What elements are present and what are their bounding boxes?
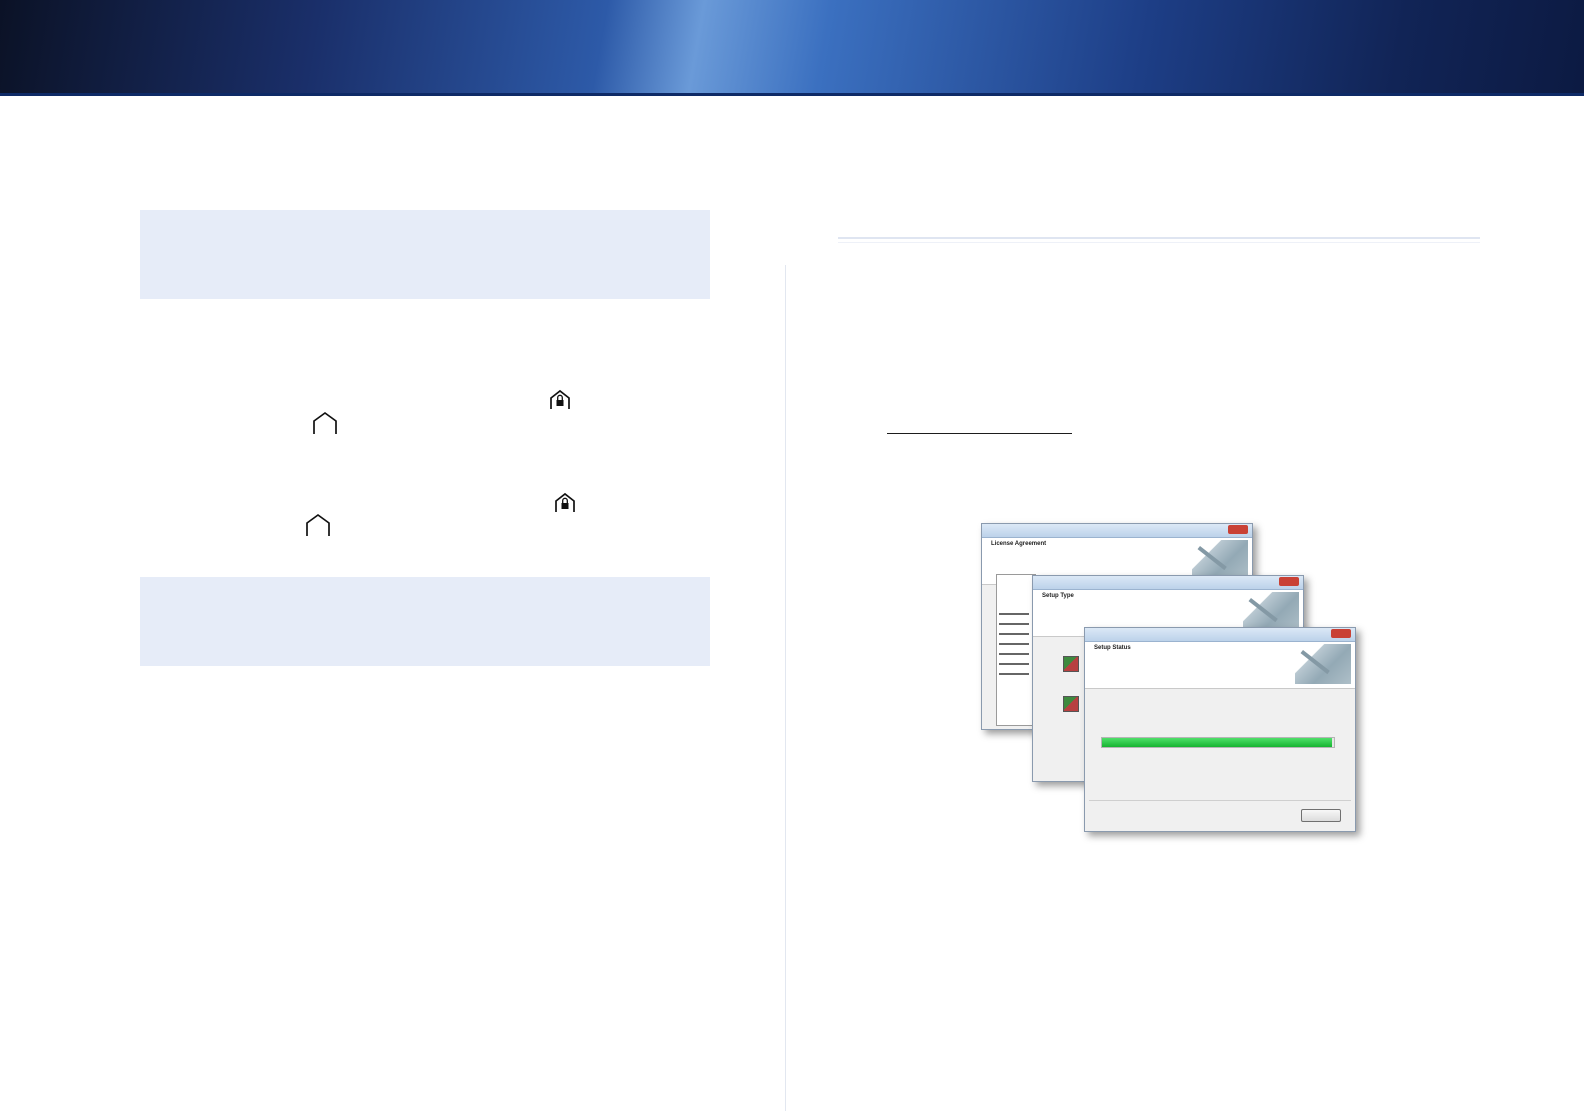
license-text-box <box>996 574 1036 726</box>
dialog-titlebar <box>982 524 1252 538</box>
close-button <box>1228 525 1248 534</box>
dialog-titlebar <box>1085 628 1355 642</box>
page-header-band <box>0 0 1584 96</box>
note-callout <box>140 577 710 666</box>
dialog-heading: Setup Type <box>1042 593 1074 599</box>
dialog-titlebar <box>1033 576 1303 590</box>
package-icon <box>1063 696 1079 712</box>
installer-art-icon <box>1295 644 1351 684</box>
dialog-heading: Setup Status <box>1094 645 1131 651</box>
close-button <box>1331 629 1351 638</box>
dialog-header: Setup Status <box>1085 642 1355 689</box>
note-callout <box>140 210 710 299</box>
cancel-button <box>1301 809 1341 822</box>
package-icon <box>1063 656 1079 672</box>
dialog-heading: License Agreement <box>991 541 1047 547</box>
home-lock-icon <box>555 492 575 512</box>
installer-art-icon <box>1192 540 1248 580</box>
installer-dialog-status: Setup Status <box>1084 627 1356 832</box>
section-rule <box>838 237 1480 239</box>
home-outline-icon <box>306 513 330 536</box>
dialog-separator <box>1089 800 1351 801</box>
home-outline-icon <box>313 411 337 434</box>
home-lock-icon <box>550 389 570 409</box>
link-underline[interactable] <box>887 433 1072 434</box>
column-divider <box>785 265 786 1111</box>
close-button <box>1279 577 1299 586</box>
install-progress-fill <box>1102 738 1332 747</box>
section-rule-shadow <box>838 242 1480 243</box>
install-progress-bar <box>1101 737 1335 748</box>
installer-art-icon <box>1243 592 1299 632</box>
